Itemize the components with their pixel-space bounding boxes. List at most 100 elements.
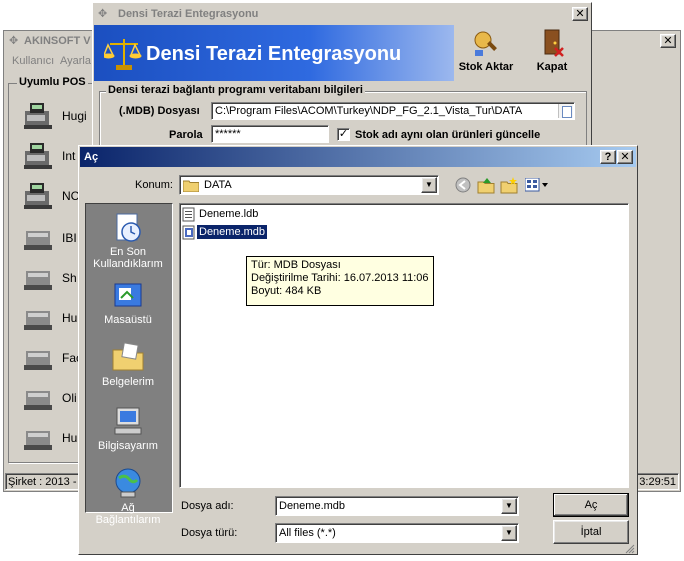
chevron-down-icon[interactable]: ▼: [421, 177, 437, 193]
ac-button[interactable]: Aç: [553, 493, 629, 517]
cash-register-icon: [24, 311, 52, 330]
app-icon: ✥: [98, 8, 108, 20]
parola-value: ******: [215, 128, 241, 140]
dosya-adi-value: Deneme.mdb: [279, 500, 346, 512]
tooltip-size: Boyut: 484 KB: [251, 285, 322, 297]
place-network[interactable]: Ağ Bağlantılarım: [88, 466, 168, 526]
dosya-turu-dropdown[interactable]: All files (*.*) ▼: [275, 523, 519, 543]
pos-item[interactable]: Fac: [22, 343, 82, 373]
stok-aktar-button[interactable]: Stok Aktar: [455, 25, 517, 79]
folder-icon: [183, 180, 199, 192]
dosya-adi-field[interactable]: Deneme.mdb ▼: [275, 496, 519, 516]
new-folder-icon[interactable]: [500, 176, 518, 194]
update-checkbox[interactable]: ✓: [337, 128, 350, 141]
densi-titlebar[interactable]: ✥ Densi Terazi Entegrasyonu ✕: [94, 4, 590, 24]
place-desktop[interactable]: Masaüstü: [88, 278, 168, 326]
place-computer[interactable]: Bilgisayarım: [88, 404, 168, 452]
densi-group-label: Densi terazi bağlantı programı veritaban…: [106, 84, 365, 96]
cash-register-icon: [24, 431, 52, 450]
update-checkbox-label[interactable]: Stok adı aynı olan ürünleri güncelle: [355, 129, 540, 141]
stok-aktar-label: Stok Aktar: [458, 61, 514, 73]
browse-file-icon[interactable]: [558, 104, 573, 118]
open-dialog: Aç ? ✕ Konum: DATA ▼ En Son Kullandıklar…: [78, 145, 638, 555]
desktop-icon: [114, 283, 142, 307]
status-clock: 3:29:51: [639, 476, 676, 488]
ac-button-label: Aç: [584, 499, 598, 511]
cash-register-icon: [24, 103, 52, 129]
densi-window: ✥ Densi Terazi Entegrasyonu ✕ Densi Tera…: [92, 2, 592, 163]
recent-documents-icon: [116, 213, 141, 242]
pos-item-label: Int: [62, 149, 76, 163]
cash-register-icon: [24, 351, 52, 370]
pos-item-label: IBI: [62, 231, 77, 245]
pos-item-label: Hugi: [62, 109, 87, 123]
help-button[interactable]: ?: [600, 150, 616, 164]
pos-item[interactable]: Sh: [22, 263, 82, 293]
konum-value: DATA: [204, 179, 232, 191]
chevron-down-icon[interactable]: ▼: [501, 498, 517, 514]
pos-item[interactable]: Hugi: [22, 101, 87, 131]
file-list[interactable]: Deneme.ldb Deneme.mdb Tür: MDB Dosyası D…: [179, 203, 629, 488]
akinsoft-close-button[interactable]: ✕: [660, 34, 676, 48]
menu-kullanici[interactable]: Kullanıcı: [12, 55, 54, 67]
parola-label: Parola: [169, 129, 203, 141]
place-desktop-label: Masaüstü: [104, 314, 152, 326]
file-item-label: Deneme.mdb: [197, 225, 268, 239]
tooltip-type: Tür: MDB Dosyası: [251, 259, 341, 271]
open-dialog-close-button[interactable]: ✕: [617, 150, 633, 164]
resize-grip-icon[interactable]: [623, 542, 635, 554]
cash-register-icon: [24, 143, 52, 169]
file-info-tooltip: Tür: MDB Dosyası Değiştirilme Tarihi: 16…: [246, 256, 434, 306]
cash-register-icon: [24, 391, 52, 410]
pos-item[interactable]: Hu: [22, 423, 82, 453]
densi-banner-title: Densi Terazi Entegrasyonu: [146, 43, 402, 65]
my-documents-icon: [112, 342, 144, 371]
kapat-label: Kapat: [536, 61, 568, 73]
pos-item[interactable]: Hu: [22, 303, 82, 333]
menu-ayarla[interactable]: Ayarla: [60, 55, 91, 67]
pos-item-label: Hu: [62, 311, 78, 325]
mdb-path-value: C:\Program Files\ACOM\Turkey\NDP_FG_2.1_…: [215, 105, 523, 117]
place-recent[interactable]: En Son Kullandıklarım: [88, 210, 168, 270]
cash-register-icon: [24, 231, 52, 250]
pos-item-label: Oli: [62, 391, 77, 405]
parola-field[interactable]: ******: [211, 125, 329, 143]
dosya-turu-value: All files (*.*): [279, 527, 336, 539]
back-icon[interactable]: [455, 177, 471, 193]
kapat-button[interactable]: Kapat: [521, 25, 583, 79]
file-item-label: Deneme.ldb: [199, 208, 259, 220]
pos-item-label: Sh: [62, 271, 77, 285]
pos-group-label: Uyumlu POS: [17, 76, 88, 88]
pos-item[interactable]: IBI: [22, 223, 82, 253]
places-bar: En Son Kullandıklarım Masaüstü Belgeleri…: [85, 203, 173, 526]
status-company: Şirket : 2013 -: [8, 476, 77, 488]
densi-banner: Densi Terazi Entegrasyonu: [94, 25, 454, 81]
cash-register-icon: [24, 271, 52, 290]
tooltip-modified: Değiştirilme Tarihi: 16.07.2013 11:06: [251, 272, 429, 284]
place-network-label: Ağ Bağlantılarım: [95, 502, 161, 526]
place-documents[interactable]: Belgelerim: [88, 340, 168, 388]
densi-close-button[interactable]: ✕: [572, 7, 588, 21]
my-computer-icon: [114, 407, 142, 435]
file-item-selected[interactable]: Deneme.mdb: [182, 225, 268, 241]
dosya-turu-label: Dosya türü:: [181, 527, 238, 539]
pos-item[interactable]: NC: [22, 181, 82, 211]
app-icon: ✥: [9, 35, 19, 47]
densi-title: Densi Terazi Entegrasyonu: [118, 8, 259, 20]
pos-item[interactable]: Oli: [22, 383, 82, 413]
pos-item-label: Hu: [62, 431, 78, 445]
file-item[interactable]: Deneme.ldb: [182, 207, 262, 223]
up-folder-icon[interactable]: [477, 176, 495, 194]
akinsoft-title: AKINSOFT V: [24, 35, 91, 47]
mdb-file-icon: [182, 225, 195, 240]
pos-item[interactable]: Int: [22, 141, 82, 171]
iptal-button[interactable]: İptal: [553, 520, 629, 544]
open-dialog-titlebar[interactable]: Aç ? ✕: [80, 147, 636, 167]
mdb-path-field[interactable]: C:\Program Files\ACOM\Turkey\NDP_FG_2.1_…: [211, 102, 575, 120]
chevron-down-icon[interactable]: ▼: [501, 525, 517, 541]
mdb-label: (.MDB) Dosyası: [119, 105, 200, 117]
view-menu-icon[interactable]: [525, 178, 549, 192]
konum-dropdown[interactable]: DATA ▼: [179, 175, 439, 195]
scale-icon: [104, 39, 142, 70]
cash-register-icon: [24, 183, 52, 209]
